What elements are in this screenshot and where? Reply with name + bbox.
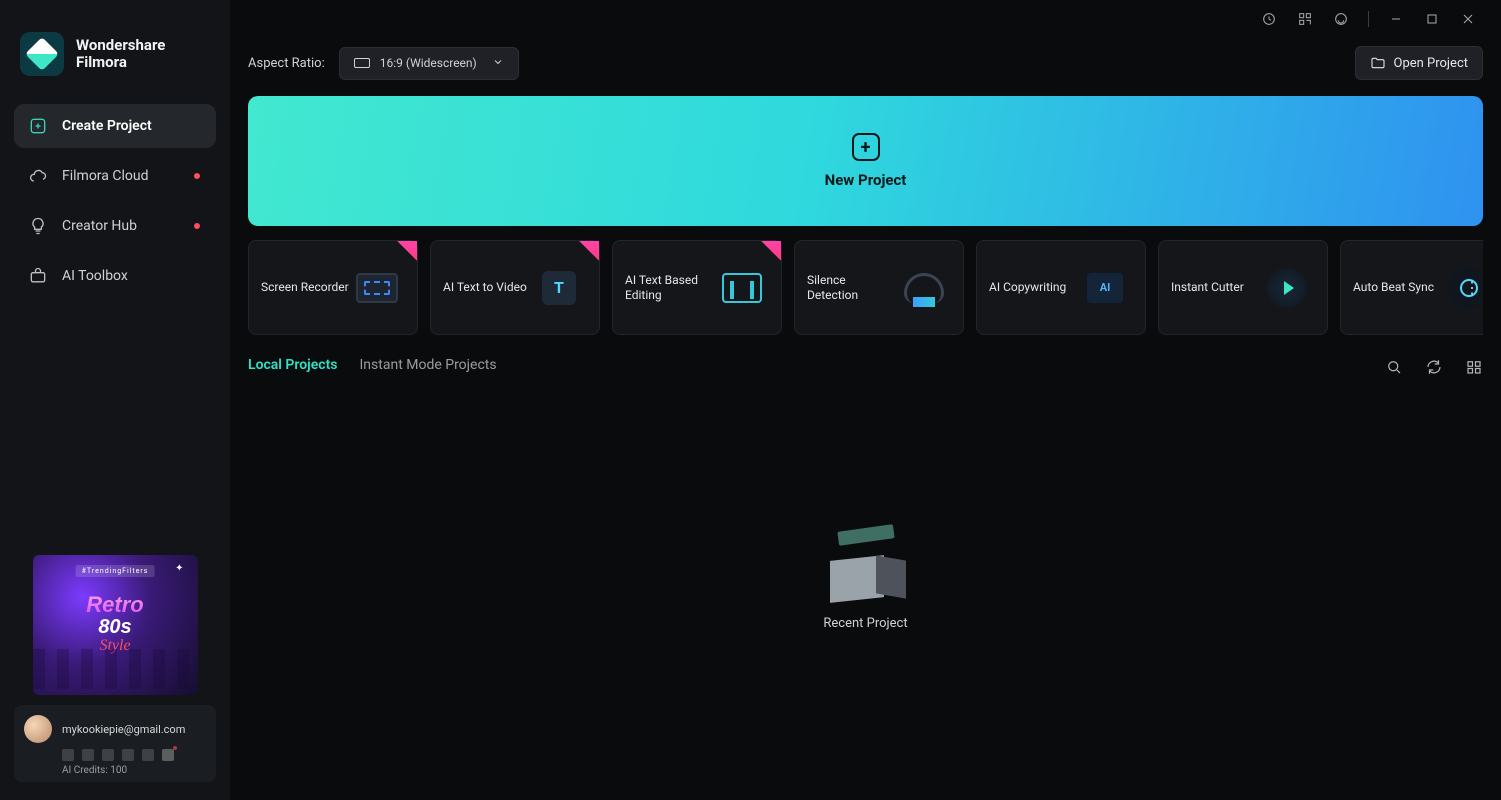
- ai-credits: AI Credits: 100: [62, 765, 206, 776]
- window-close[interactable]: [1459, 10, 1477, 28]
- plus-icon: +: [852, 133, 880, 161]
- tool-card-thumb: [1259, 260, 1315, 316]
- aspect-ratio-select[interactable]: 16:9 (Widescreen): [339, 47, 519, 80]
- user-panel[interactable]: mykookiepie@gmail.com AI Credits: 100: [14, 705, 216, 782]
- sidebar-item-creator-hub[interactable]: Creator Hub: [14, 204, 216, 248]
- tab-instant-mode-projects[interactable]: Instant Mode Projects: [360, 357, 497, 377]
- new-project-hero[interactable]: + New Project: [248, 96, 1483, 226]
- tab-local-projects[interactable]: Local Projects: [248, 357, 338, 377]
- qrcode-icon[interactable]: [1296, 10, 1314, 28]
- brand: Wondershare Filmora: [20, 32, 210, 76]
- view-toggle-icon[interactable]: [1465, 358, 1483, 376]
- tool-card-thumb: AI: [1077, 260, 1133, 316]
- plus-square-icon: [28, 116, 48, 136]
- tool-card-ai-text-to-video[interactable]: AI Text to VideoT: [430, 240, 600, 335]
- tool-card-label: Screen Recorder: [261, 280, 349, 295]
- tool-card-label: AI Text to Video: [443, 280, 527, 295]
- brand-bottom: Filmora: [76, 53, 165, 71]
- sidebar-item-label: AI Toolbox: [62, 268, 128, 284]
- sidebar: Wondershare Filmora Create Project Filmo…: [0, 0, 230, 800]
- sidebar-item-filmora-cloud[interactable]: Filmora Cloud: [14, 154, 216, 198]
- avatar: [24, 715, 52, 743]
- new-project-label: New Project: [825, 171, 907, 189]
- bulb-icon: [28, 216, 48, 236]
- tool-cards: Screen RecorderAI Text to VideoTAI Text …: [248, 240, 1483, 335]
- empty-box-icon: [820, 528, 912, 600]
- notification-dot: [194, 173, 200, 179]
- support-icon[interactable]: [1332, 10, 1350, 28]
- recent-projects-stage: Recent Project: [248, 377, 1483, 782]
- cloud-icon: [28, 166, 48, 186]
- tool-card-thumb: [897, 260, 951, 316]
- brand-logo: [20, 32, 64, 76]
- aspect-ratio-label: Aspect Ratio:: [248, 56, 325, 71]
- promo-line1: Retro: [86, 595, 143, 616]
- sidebar-item-label: Filmora Cloud: [62, 168, 148, 184]
- promo-banner[interactable]: #TrendingFilters ✦ Retro 80s Style: [33, 555, 198, 695]
- ratio-icon: [354, 58, 370, 68]
- notification-dot: [194, 223, 200, 229]
- separator: [1368, 11, 1369, 27]
- tool-card-label: AI Text Based Editing: [625, 273, 715, 303]
- tool-card-label: Silence Detection: [807, 273, 897, 303]
- tool-card-label: Instant Cutter: [1171, 280, 1244, 295]
- refresh-icon[interactable]: [1425, 358, 1443, 376]
- new-badge: [753, 241, 781, 269]
- main: Aspect Ratio: 16:9 (Widescreen) Open Pro…: [230, 0, 1501, 800]
- tool-card-ai-text-based-editing[interactable]: AI Text Based Editing: [612, 240, 782, 335]
- sidebar-item-label: Creator Hub: [62, 218, 137, 234]
- more-tools-button[interactable]: ⋮: [1461, 258, 1483, 318]
- brand-top: Wondershare: [76, 37, 165, 54]
- sidebar-item-label: Create Project: [62, 118, 152, 134]
- new-badge: [389, 241, 417, 269]
- window-maximize[interactable]: [1423, 10, 1441, 28]
- tool-card-silence-detection[interactable]: Silence Detection: [794, 240, 964, 335]
- tool-card-label: Auto Beat Sync: [1353, 280, 1434, 295]
- tool-card-label: AI Copywriting: [989, 280, 1066, 295]
- sparkle-icon: ✦: [175, 563, 183, 574]
- updates-icon[interactable]: [1260, 10, 1278, 28]
- search-icon[interactable]: [1385, 358, 1403, 376]
- new-badge: [571, 241, 599, 269]
- project-tabs: Local Projects Instant Mode Projects: [248, 357, 1483, 377]
- promo-tag: #TrendingFilters: [76, 565, 155, 577]
- ai-toolbox-icon: [28, 266, 48, 286]
- sidebar-item-create-project[interactable]: Create Project: [14, 104, 216, 148]
- open-project-button[interactable]: Open Project: [1355, 46, 1484, 80]
- sidebar-nav: Create Project Filmora Cloud Creator Hub…: [14, 104, 216, 298]
- tool-card-instant-cutter[interactable]: Instant Cutter: [1158, 240, 1328, 335]
- promo-line2: 80s: [98, 616, 131, 639]
- tool-card-screen-recorder[interactable]: Screen Recorder: [248, 240, 418, 335]
- tool-card-ai-copywriting[interactable]: AI Copywriting AI: [976, 240, 1146, 335]
- aspect-ratio-value: 16:9 (Widescreen): [380, 56, 477, 70]
- toolbar: Aspect Ratio: 16:9 (Widescreen) Open Pro…: [248, 46, 1483, 80]
- window-minimize[interactable]: [1387, 10, 1405, 28]
- chevron-down-icon: [492, 56, 504, 71]
- user-email: mykookiepie@gmail.com: [62, 723, 185, 736]
- recent-project-label: Recent Project: [823, 616, 907, 631]
- folder-icon: [1370, 55, 1386, 71]
- sidebar-item-ai-toolbox[interactable]: AI Toolbox: [14, 254, 216, 298]
- titlebar: [248, 0, 1483, 38]
- user-status-icons: [62, 749, 206, 761]
- open-project-label: Open Project: [1394, 56, 1469, 71]
